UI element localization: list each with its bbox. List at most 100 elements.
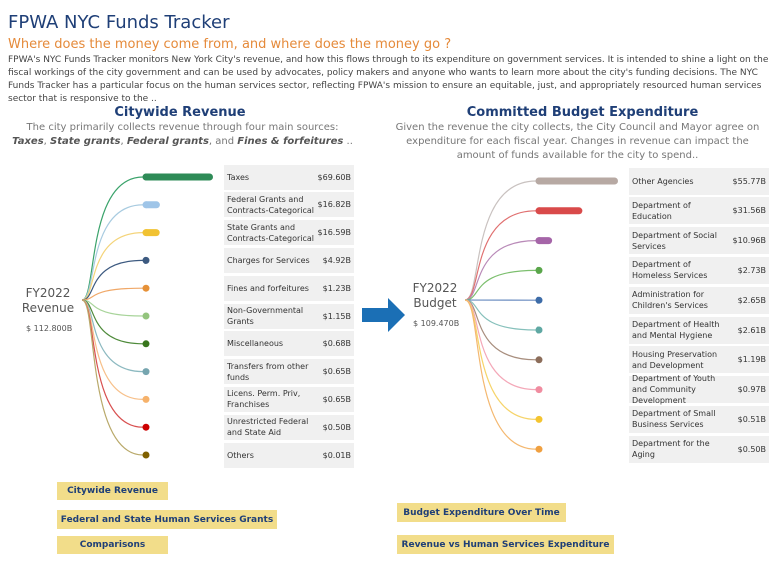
revenue-section-desc: The city primarily collects revenue thro… (10, 121, 355, 149)
flow-line-charges-for-services (81, 259, 144, 301)
node-others (142, 451, 150, 459)
category-row: Department of Health and Mental Hygiene $… (629, 316, 769, 344)
category-row: Department of Education $31.56B (629, 197, 769, 225)
category-value: $1.23B (322, 283, 351, 293)
category-value: $0.51B (737, 414, 766, 424)
node-department-of-homeless-services (535, 266, 543, 274)
category-value: $0.65B (322, 367, 351, 377)
category-value: $10.96B (732, 236, 766, 246)
node-department-of-social-services (535, 237, 543, 245)
bar-federal-grants-and-contracts-categorical (143, 201, 160, 209)
category-value: $0.50B (322, 422, 351, 432)
node-fines-and-forfeitures (142, 284, 150, 292)
revenue-fy-label: FY2022 Revenue (18, 286, 78, 316)
budget-total: $ 109.470B (413, 319, 460, 328)
category-row: Administration for Children's Services $2… (629, 286, 769, 314)
category-value: $0.65B (322, 394, 351, 404)
flow-line-others (81, 299, 144, 456)
node-charges-for-services (142, 256, 150, 264)
flow-line-other-agencies (464, 180, 537, 301)
flow-line-licens-perm-priv-franchises (81, 299, 144, 400)
flow-line-taxes (81, 176, 144, 301)
node-federal-grants-and-contracts-categorical (142, 201, 150, 209)
node-state-grants-and-contracts-categorical (142, 229, 150, 237)
category-row: Housing Preservation and Development $1.1… (629, 346, 769, 374)
fed-state-grants-button[interactable]: Federal and State Human Services Grants (57, 510, 277, 529)
category-row: Federal Grants and Contracts-Categorical… (224, 192, 354, 218)
revenue-desc-state: State grants (50, 136, 121, 147)
flow-line-department-of-homeless-services (464, 269, 537, 301)
category-row: Department of Social Services $10.96B (629, 227, 769, 255)
flow-line-transfers-from-other-funds (81, 299, 144, 373)
category-label: Department of Social Services (632, 230, 717, 251)
node-unrestricted-federal-and-state-aid (142, 423, 150, 431)
flow-line-housing-preservation-and-development (464, 299, 537, 361)
category-row: Taxes $69.60B (224, 164, 354, 190)
revenue-fy-year: FY2022 (25, 286, 71, 300)
flow-line-department-of-education (464, 210, 537, 301)
bar-department-of-health-and-mental-hygiene (536, 326, 540, 334)
node-miscellaneous (142, 340, 150, 348)
comparisons-button[interactable]: Comparisons (57, 536, 168, 554)
budget-over-time-button[interactable]: Budget Expenditure Over Time (397, 503, 566, 522)
flow-line-non-governmental-grants (81, 299, 144, 317)
node-department-of-youth-and-community-development (535, 386, 543, 394)
category-row: Department of Youth and Community Develo… (629, 374, 769, 405)
expenditure-section-title: Committed Budget Expenditure (466, 105, 699, 120)
bar-department-of-social-services (536, 237, 553, 245)
revenue-vs-hs-button[interactable]: Revenue vs Human Services Expenditure (397, 535, 614, 554)
category-value: $16.59B (317, 228, 351, 238)
category-value: $1.19B (737, 355, 766, 365)
category-value: $2.65B (737, 295, 766, 305)
category-row: Unrestricted Federal and State Aid $0.50B (224, 414, 354, 440)
category-value: $0.68B (322, 339, 351, 349)
category-value: $0.01B (322, 450, 351, 460)
node-department-of-education (535, 207, 543, 215)
category-value: $0.97B (737, 385, 766, 395)
bar-department-of-homeless-services (536, 266, 541, 274)
category-label: Housing Preservation and Development (632, 349, 718, 370)
bar-other-agencies (536, 177, 618, 185)
category-value: $1.15B (322, 311, 351, 321)
expenditure-section-desc: Given the revenue the city collects, the… (395, 122, 760, 161)
category-value: $4.92B (322, 255, 351, 265)
bar-administration-for-children-s-services (536, 296, 540, 304)
revenue-desc-suffix: .. (343, 136, 353, 147)
revenue-desc-sep: , and (208, 136, 238, 147)
node-housing-preservation-and-development (535, 356, 543, 364)
flow-line-department-of-social-services (464, 240, 537, 301)
bar-taxes (143, 173, 213, 181)
revenue-desc-federal: Federal grants (126, 136, 209, 147)
flow-line-federal-grants-and-contracts-categorical (81, 204, 144, 301)
page-title: FPWA NYC Funds Tracker (8, 12, 230, 33)
bar-department-of-education (536, 207, 583, 215)
flow-line-miscellaneous (81, 299, 144, 345)
node-department-of-health-and-mental-hygiene (535, 326, 543, 334)
category-row: Department of Small Business Services $0.… (629, 405, 769, 433)
revenue-total: $ 112.800B (26, 324, 73, 333)
category-row: Others $0.01B (224, 442, 354, 468)
revenue-desc-taxes: Taxes (12, 136, 44, 147)
revenue-section-title: Citywide Revenue (114, 105, 246, 120)
category-value: $0.50B (737, 444, 766, 454)
category-value: $2.73B (737, 265, 766, 275)
node-transfers-from-other-funds (142, 368, 150, 376)
node-non-governmental-grants (142, 312, 150, 320)
category-row: State Grants and Contracts-Categorical $1… (224, 220, 354, 246)
revenue-fy-kind: Revenue (21, 301, 75, 315)
node-department-of-small-business-services (535, 415, 543, 423)
flow-line-fines-and-forfeitures (81, 287, 144, 301)
node-taxes (142, 173, 150, 181)
flow-line-department-of-health-and-mental-hygiene (464, 299, 537, 331)
node-department-for-the-aging (535, 445, 543, 453)
category-label: Department of Health and Mental Hygiene (632, 320, 720, 340)
category-label: Department of Small Business Services (632, 409, 716, 430)
budget-fy-year: FY2022 (412, 281, 458, 295)
category-value: $55.77B (732, 176, 766, 186)
category-label: Department for the Aging (632, 439, 710, 460)
category-row: Charges for Services $4.92B (224, 247, 354, 273)
category-row: Transfers from other funds $0.65B (224, 359, 354, 385)
citywide-revenue-button[interactable]: Citywide Revenue (57, 482, 168, 500)
category-row: Non-Governmental Grants $1.15B (224, 303, 354, 329)
node-other-agencies (535, 177, 543, 185)
